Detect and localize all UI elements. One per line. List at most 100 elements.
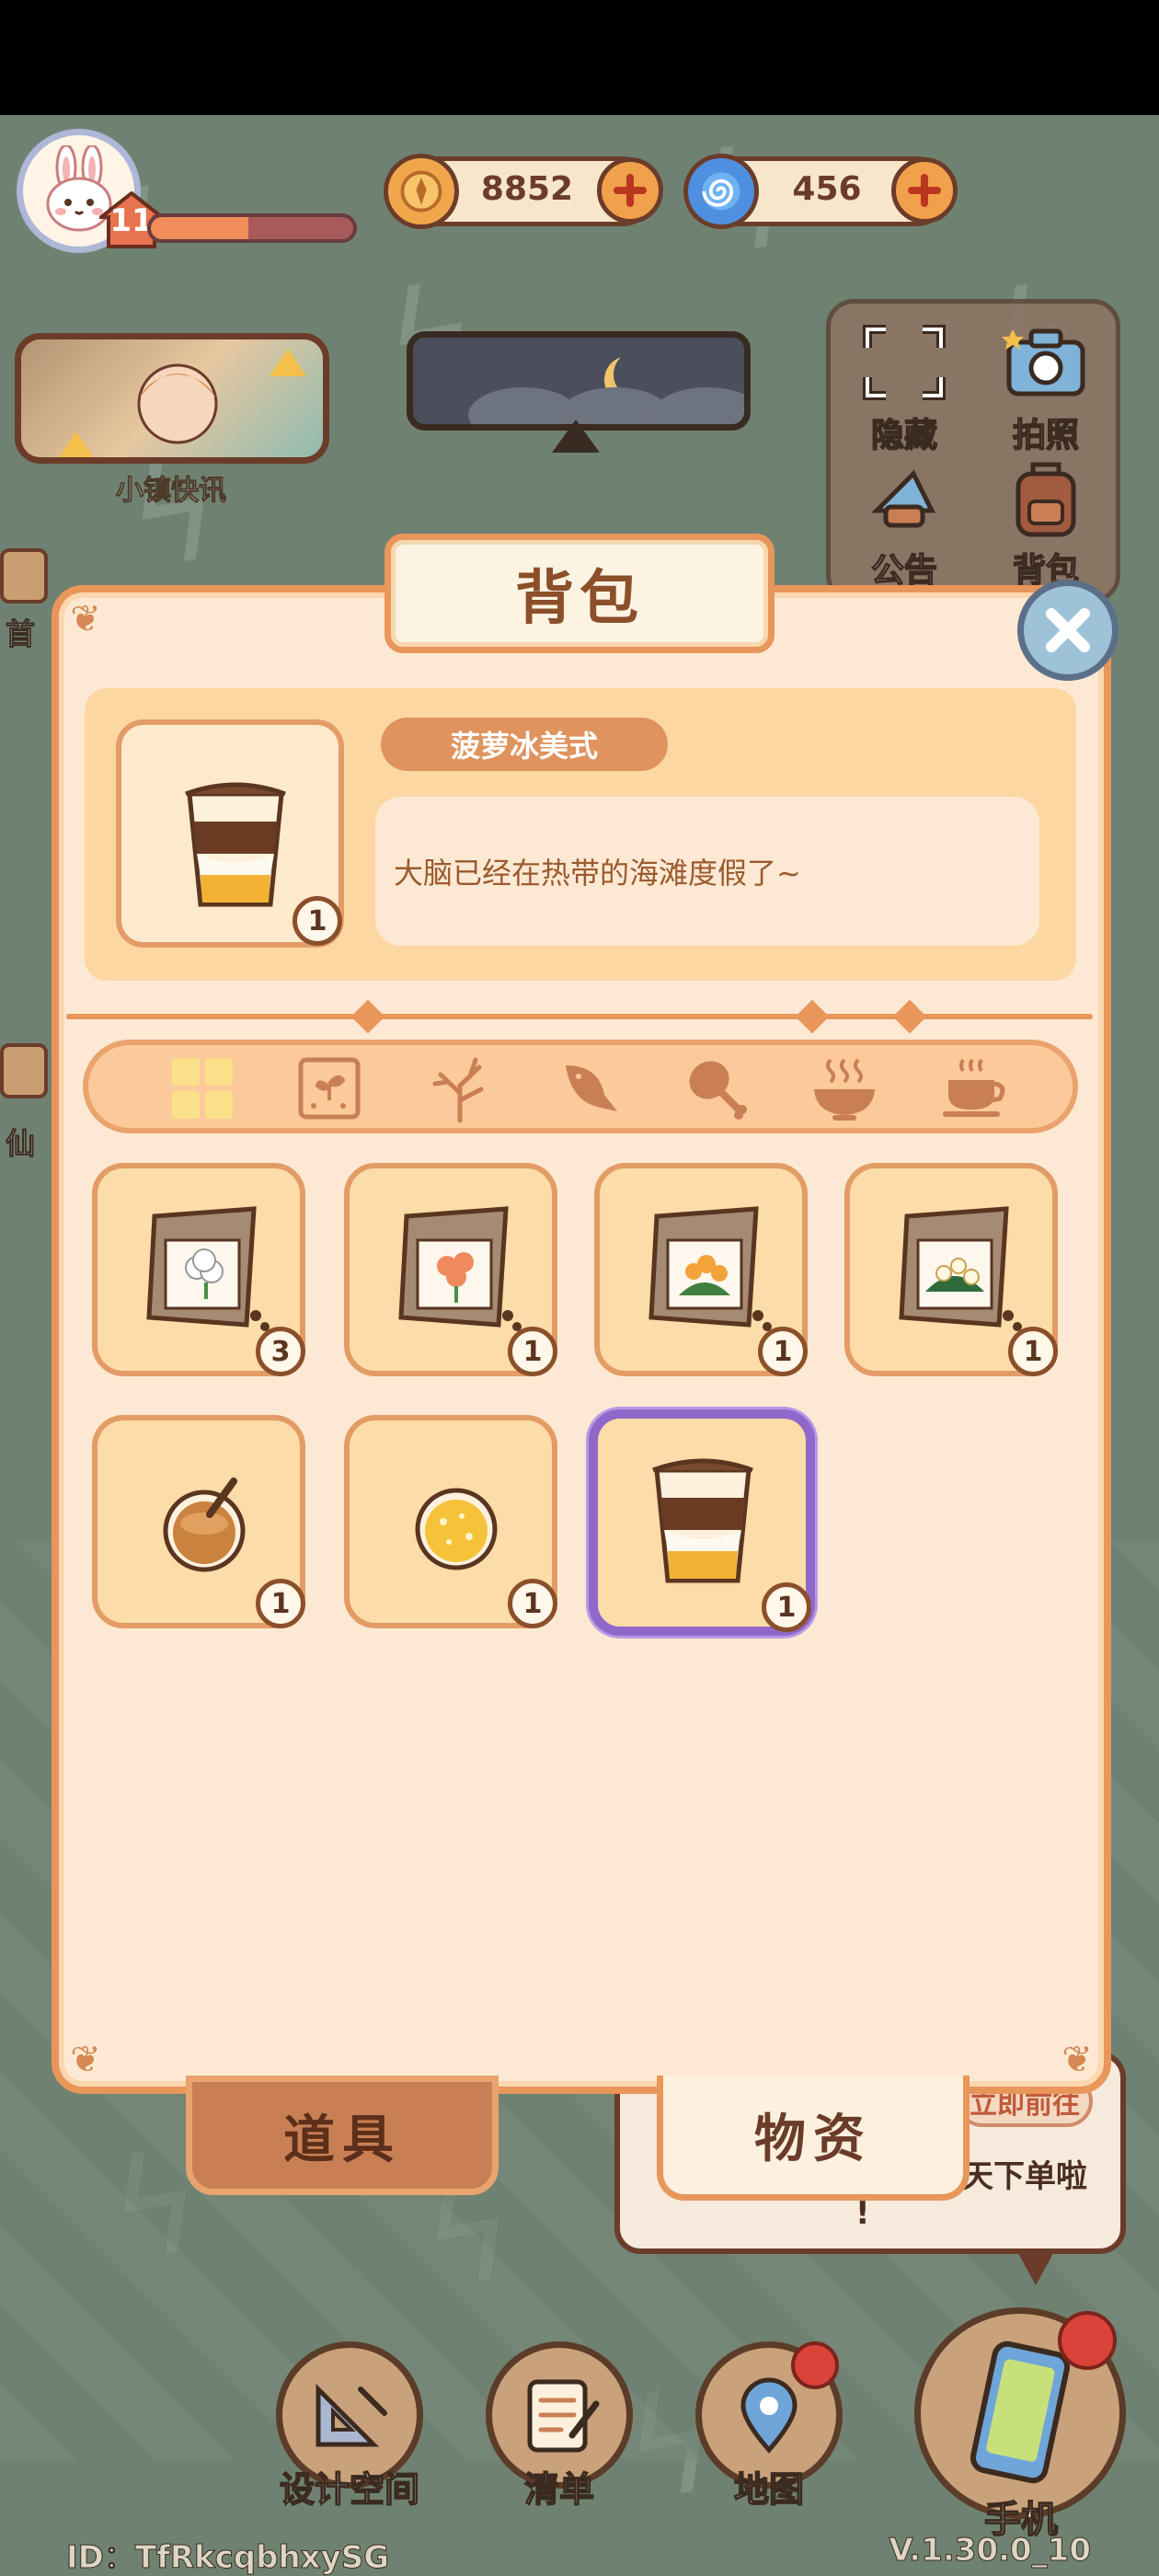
item-count-badge: 1 xyxy=(1008,1327,1058,1376)
inventory-slot-selected[interactable]: 1 xyxy=(589,1409,815,1636)
item-count-badge: 3 xyxy=(256,1327,305,1376)
inventory-slot[interactable]: 3 xyxy=(92,1163,305,1376)
item-count-badge: 1 xyxy=(256,1579,305,1628)
tab-materials[interactable]: 物资 xyxy=(657,2076,970,2201)
ornament-icon: ❦ xyxy=(70,2039,101,2081)
left-menu-label: 首 xyxy=(5,616,36,652)
coin-value: 8852 xyxy=(480,170,574,208)
item-detail-panel: 1 菠萝冰美式 大脑已经在热带的海滩度假了~ xyxy=(85,688,1076,981)
tab-materials-label: 物资 xyxy=(754,2110,872,2169)
seed-packet-icon xyxy=(298,1057,361,1120)
category-tab-seeds[interactable] xyxy=(289,1056,370,1121)
iced-coffee-icon xyxy=(185,782,286,907)
hide-icon xyxy=(863,325,946,400)
item-name: 菠萝冰美式 xyxy=(450,729,598,764)
camera-icon xyxy=(1002,328,1085,397)
app-version: V.1.30.0_10 xyxy=(889,2532,1092,2570)
day-night-indicator[interactable] xyxy=(407,331,751,431)
item-count-badge: 1 xyxy=(293,896,342,946)
photo-button-label: 拍照 xyxy=(1012,416,1080,455)
design-space-label: 设计空间 xyxy=(279,2468,420,2511)
bubble-text: ! xyxy=(855,2195,870,2232)
bubble-text: 天下单啦 xyxy=(962,2158,1087,2195)
day-night-pointer-icon xyxy=(552,420,600,453)
inventory-slot[interactable]: 1 xyxy=(594,1163,808,1376)
inventory-slot[interactable]: 1 xyxy=(844,1163,1058,1376)
milk-tea-icon xyxy=(163,1478,246,1572)
hide-button-label: 隐藏 xyxy=(870,416,938,455)
item-name-pill: 菠萝冰美式 xyxy=(381,718,668,771)
map-label: 地图 xyxy=(733,2468,805,2511)
design-space-icon xyxy=(316,2383,387,2447)
map-notification-dot xyxy=(791,2341,839,2389)
inventory-slot[interactable]: 1 xyxy=(344,1163,557,1376)
branch-icon xyxy=(432,1057,484,1123)
town-news-label: 小镇快讯 xyxy=(116,475,227,508)
left-menu-button[interactable] xyxy=(0,1043,48,1098)
section-divider xyxy=(66,1014,1093,1019)
player-id: ID：TfRkcqbhxySG xyxy=(65,2539,390,2576)
map-button[interactable]: 地图 xyxy=(695,2341,843,2511)
inventory-slot[interactable]: 1 xyxy=(344,1415,557,1628)
coin-counter: 8852 xyxy=(384,154,663,229)
drumstick-icon xyxy=(689,1061,747,1120)
orange-flower-seed-icon xyxy=(398,1206,522,1331)
coin-icon xyxy=(384,154,459,229)
tab-props-label: 道具 xyxy=(283,2110,401,2170)
category-tab-meat[interactable] xyxy=(677,1056,758,1121)
category-tab-bar xyxy=(83,1040,1078,1133)
ornament-icon: ❦ xyxy=(1061,2039,1093,2081)
list-icon xyxy=(527,2379,600,2453)
swirl-gem-icon xyxy=(683,154,759,229)
white-flower-seed-icon xyxy=(146,1206,270,1331)
category-tab-dishes[interactable] xyxy=(804,1056,885,1121)
iced-coffee-icon xyxy=(652,1458,753,1583)
hide-button[interactable]: 隐藏 xyxy=(844,320,964,456)
design-space-button[interactable]: 设计空间 xyxy=(276,2341,423,2511)
item-description: 大脑已经在热带的海滩度假了~ xyxy=(394,856,801,891)
item-count-badge: 1 xyxy=(762,1582,811,1632)
left-menu-label: 仙 xyxy=(5,1126,36,1162)
hot-bowl-icon xyxy=(814,1058,875,1121)
town-news-card[interactable] xyxy=(15,333,329,464)
gem-value: 456 xyxy=(792,170,862,208)
gem-counter: 456 xyxy=(683,154,958,229)
experience-fill xyxy=(151,217,248,239)
phone-notification-dot xyxy=(1058,2311,1117,2370)
add-gem-button[interactable] xyxy=(891,157,958,224)
close-button[interactable] xyxy=(1017,580,1119,681)
selected-item-thumbnail: 1 xyxy=(116,719,344,948)
category-tab-branches[interactable] xyxy=(419,1056,500,1123)
close-icon xyxy=(1046,608,1090,652)
item-count-badge: 1 xyxy=(508,1327,557,1376)
hot-cup-icon xyxy=(943,1058,1005,1117)
dialog-title: 背包 xyxy=(515,565,644,633)
item-description-box: 大脑已经在热带的海滩度假了~ xyxy=(375,797,1039,946)
item-count-badge: 1 xyxy=(758,1327,808,1376)
all-grid-icon xyxy=(172,1058,233,1119)
left-menu-button[interactable] xyxy=(0,548,48,604)
category-tab-fish[interactable] xyxy=(548,1056,629,1121)
plus-icon xyxy=(614,174,647,207)
fish-icon xyxy=(566,1065,617,1111)
backpack-button[interactable]: 背包 xyxy=(986,455,1106,592)
category-tab-all[interactable] xyxy=(162,1056,243,1121)
experience-bar xyxy=(147,213,357,243)
lemon-drink-icon xyxy=(415,1488,498,1570)
category-tab-drinks[interactable] xyxy=(935,1056,1016,1121)
girl-portrait-icon xyxy=(59,349,306,457)
photo-button[interactable]: 拍照 xyxy=(986,320,1106,456)
list-label: 清单 xyxy=(523,2468,595,2511)
list-button[interactable]: 清单 xyxy=(486,2341,633,2511)
inventory-slot[interactable]: 1 xyxy=(92,1415,305,1628)
orange-bush-seed-icon xyxy=(648,1206,772,1331)
tab-props[interactable]: 道具 xyxy=(186,2076,499,2195)
ornament-icon: ❦ xyxy=(70,598,101,640)
speech-bubble-tail xyxy=(1016,2248,1056,2285)
announcement-button[interactable]: 公告 xyxy=(844,455,964,592)
backpack-icon xyxy=(1016,462,1076,537)
announcement-icon xyxy=(870,469,936,528)
plus-icon xyxy=(908,174,941,207)
cloud-icon xyxy=(652,387,744,424)
add-coin-button[interactable] xyxy=(597,157,663,224)
